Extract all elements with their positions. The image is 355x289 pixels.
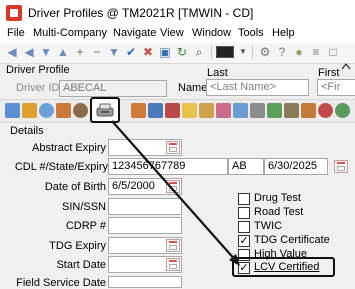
menu-help[interactable]: Help [272, 27, 295, 39]
truck-icon[interactable] [250, 103, 265, 118]
up-arrow-icon[interactable]: ▲ [56, 45, 70, 59]
title-bar: Driver Profiles @ TM2021R [TMWIN - CD] [0, 0, 355, 26]
remove-icon[interactable]: − [90, 45, 104, 59]
tdg-certificate-label: TDG Certificate [254, 234, 330, 246]
cancel-icon[interactable]: ✖ [141, 45, 155, 59]
sin-ssn-input[interactable] [108, 198, 182, 215]
first-name-input[interactable]: <Fir [317, 79, 355, 96]
document-icon[interactable] [148, 103, 163, 118]
start-date-label: Start Date [56, 259, 106, 271]
cdrp-label: CDRP # [65, 220, 106, 232]
box-icon[interactable] [301, 103, 316, 118]
road-test-checkbox[interactable] [238, 207, 250, 219]
help-icon[interactable]: ? [275, 45, 289, 59]
menu-multi-company[interactable]: Multi-Company [33, 27, 107, 39]
menu-tools[interactable]: Tools [238, 27, 264, 39]
menu-file[interactable]: File [7, 27, 25, 39]
notes-icon[interactable] [199, 103, 214, 118]
app-icon [6, 5, 22, 21]
sin-ssn-label: SIN/SSN [61, 201, 106, 213]
cdl-label: CDL #/State/Expiry [14, 161, 108, 173]
save-icon[interactable]: ▣ [158, 45, 172, 59]
checkmark-icon[interactable]: ✔ [124, 45, 138, 59]
field-service-date-input[interactable] [108, 276, 182, 288]
first-name-label: First [318, 67, 340, 79]
driver-profile-section-label: Driver Profile [6, 64, 70, 76]
window-title: Driver Profiles @ TM2021R [TMWIN - CD] [28, 6, 254, 20]
menu-window[interactable]: Window [192, 27, 231, 39]
pin-icon[interactable]: ● [292, 45, 306, 59]
cdrp-input[interactable] [108, 217, 182, 234]
driver-id-label: Driver ID [16, 82, 60, 94]
settings-icon[interactable]: ≡ [309, 45, 323, 59]
last-name-input[interactable]: <Last Name> [206, 79, 309, 96]
calendar-icon[interactable] [166, 258, 180, 271]
list-icon[interactable] [5, 103, 20, 118]
menu-navigate[interactable]: Navigate [113, 27, 156, 39]
icon-strip [0, 99, 355, 123]
down-arrow-icon[interactable]: ▼ [39, 45, 53, 59]
twic-label: TWIC [254, 220, 283, 232]
add-icon[interactable]: + [73, 45, 87, 59]
envelope-icon[interactable] [233, 103, 248, 118]
scanner-icon[interactable] [96, 102, 114, 118]
toolbar: ◀ ◀ ▼ ▲ + − ▼ ✔ ✖ ▣ ↻ ⌕ ▼ ⚙ ? ● ≡ □ [0, 43, 355, 64]
tdg-expiry-label: TDG Expiry [49, 240, 106, 252]
link-icon[interactable] [284, 103, 299, 118]
cdl-number-input[interactable]: 123456767789 [108, 158, 228, 175]
note-icon[interactable] [182, 103, 197, 118]
person-icon[interactable] [73, 103, 88, 118]
calendar-icon[interactable] [334, 160, 348, 173]
tools-icon[interactable]: ⚙ [258, 45, 272, 59]
lcv-certified-label: LCV Certified [254, 261, 320, 273]
folder-icon[interactable] [22, 103, 37, 118]
road-test-label: Road Test [254, 206, 304, 218]
date-of-birth-label: Date of Birth [44, 181, 106, 193]
last-name-label: Last [207, 67, 228, 79]
lcv-certified-checkbox[interactable]: ✓ [238, 262, 250, 274]
calendar-icon[interactable] [166, 180, 180, 193]
toolbar-separator [252, 46, 253, 59]
twic-checkbox[interactable] [238, 221, 250, 233]
search-icon[interactable] [39, 103, 54, 118]
menu-view[interactable]: View [160, 27, 184, 39]
cdl-expiry-input[interactable]: 6/30/2025 [264, 158, 328, 175]
calendar-icon[interactable] [166, 141, 180, 154]
report-icon[interactable] [165, 103, 180, 118]
calendar-icon[interactable] [166, 239, 180, 252]
calendar-icon[interactable] [131, 103, 146, 118]
menu-bar: File Multi-Company Navigate View Window … [0, 26, 355, 43]
scroll-up-icon[interactable] [341, 62, 351, 70]
go-icon[interactable] [335, 103, 350, 118]
refresh-icon[interactable]: ↻ [175, 45, 189, 59]
down-icon[interactable]: ▼ [107, 45, 121, 59]
chart-icon[interactable] [267, 103, 282, 118]
driver-id-field[interactable]: ABECAL [59, 80, 167, 97]
details-section-title: Details [10, 125, 44, 137]
tools-icon[interactable] [56, 103, 71, 118]
name-label: Name [178, 82, 208, 94]
drug-test-label: Drug Test [254, 192, 301, 204]
screen-icon[interactable] [216, 46, 234, 58]
badge-icon[interactable] [318, 103, 333, 118]
tdg-certificate-checkbox[interactable]: ✓ [238, 235, 250, 247]
cdl-state-input[interactable]: AB [228, 158, 264, 175]
abstract-expiry-label: Abstract Expiry [32, 142, 106, 154]
screen-dropdown-icon[interactable]: ▼ [236, 45, 250, 59]
field-service-date-label: Field Service Date [16, 277, 106, 289]
dock-icon[interactable]: □ [326, 45, 340, 59]
log-icon[interactable] [216, 103, 231, 118]
forward-arrow-icon[interactable]: ◀ [22, 45, 36, 59]
back-arrow-icon[interactable]: ◀ [5, 45, 19, 59]
search-icon[interactable]: ⌕ [192, 45, 206, 59]
drug-test-checkbox[interactable] [238, 193, 250, 205]
toolbar-separator [211, 46, 212, 59]
